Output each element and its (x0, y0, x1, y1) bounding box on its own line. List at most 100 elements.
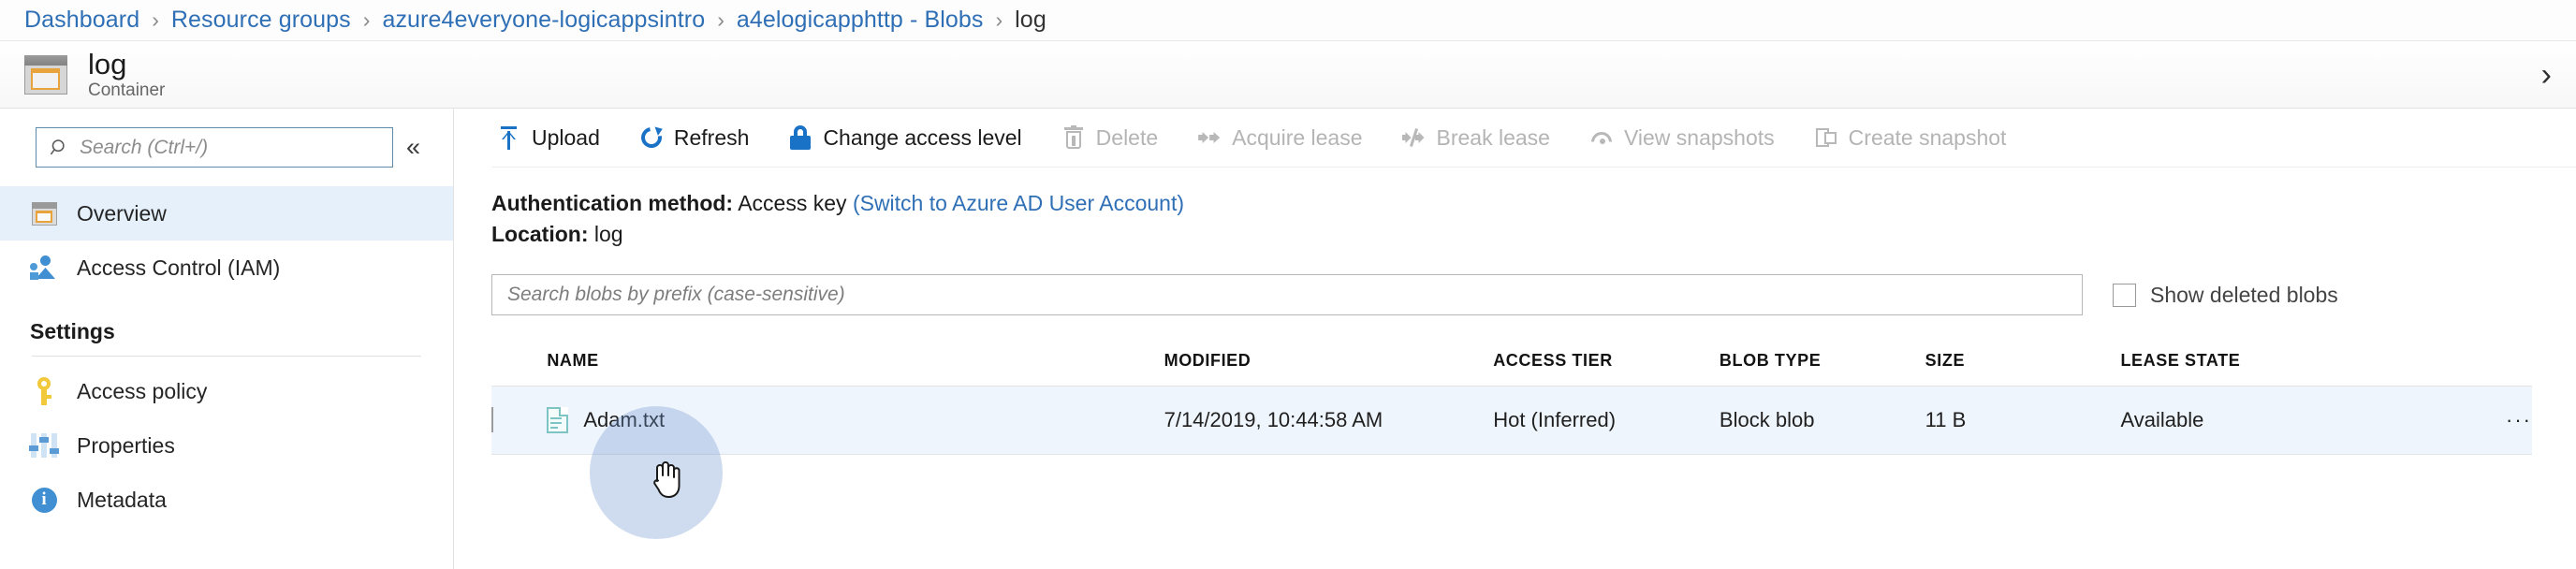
break-lease-button: Break lease (1397, 109, 1567, 167)
main-content: Upload Refresh Change access level Delet… (454, 109, 2576, 569)
file-icon (547, 407, 569, 433)
refresh-button[interactable]: Refresh (634, 109, 767, 167)
sidebar-item-label: Access policy (77, 378, 208, 403)
delete-button: Delete (1056, 109, 1175, 167)
row-blob-type-cell: Block blob (1719, 386, 1925, 455)
breadcrumb-separator: › (362, 7, 371, 32)
sidebar: Search (Ctrl+/) « Overview Access Contro… (0, 109, 454, 569)
break-lease-icon (1401, 125, 1427, 150)
column-header-modified: MODIFIED (1164, 351, 1494, 387)
view-snapshots-button: View snapshots (1584, 109, 1792, 167)
authentication-method-line: Authentication method: Access key (Switc… (491, 188, 2576, 219)
sidebar-section-divider (32, 356, 421, 357)
blob-name-link[interactable]: Adam.txt (583, 408, 665, 432)
sidebar-nav: Overview Access Control (IAM) Settings A… (0, 186, 453, 527)
table-row[interactable]: Adam.txt 7/14/2019, 10:44:58 AM Hot (Inf… (491, 386, 2532, 455)
select-all-header (491, 351, 548, 387)
toolbar-label: Upload (532, 124, 600, 150)
breadcrumb-item-dashboard[interactable]: Dashboard (24, 7, 139, 34)
toolbar-label: Delete (1095, 124, 1159, 150)
toolbar-label: Create snapshot (1848, 124, 2007, 150)
show-deleted-blobs-toggle[interactable]: Show deleted blobs (2113, 283, 2338, 308)
blob-search-placeholder: Search blobs by prefix (case-sensitive) (507, 284, 845, 305)
refresh-icon (637, 123, 666, 153)
row-checkbox[interactable] (491, 407, 493, 432)
create-snapshot-button: Create snapshot (1808, 109, 2024, 167)
sidebar-section-title: Settings (30, 319, 115, 343)
page-title: log (88, 47, 127, 80)
column-header-size: SIZE (1925, 351, 2121, 387)
breadcrumb-item-current: log (1015, 7, 1046, 33)
info-icon: i (30, 486, 58, 514)
create-snapshot-icon (1814, 125, 1838, 150)
sidebar-item-label: Access Control (IAM) (77, 255, 281, 280)
row-name-cell[interactable]: Adam.txt (547, 386, 1164, 455)
sidebar-item-access-policy[interactable]: Access policy (0, 364, 453, 418)
toolbar-label: Refresh (673, 124, 750, 150)
row-modified-cell: 7/14/2019, 10:44:58 AM (1164, 386, 1494, 455)
sliders-icon (29, 431, 59, 460)
lock-icon (788, 125, 812, 150)
sidebar-item-access-control[interactable]: Access Control (IAM) (0, 241, 453, 295)
page-subtitle: Container (88, 80, 166, 100)
page-header: log Container › (0, 41, 2576, 109)
toolbar-label: Acquire lease (1232, 124, 1363, 150)
change-access-level-button[interactable]: Change access level (783, 109, 1038, 167)
acquire-lease-icon (1197, 125, 1222, 150)
upload-icon (497, 125, 521, 150)
column-header-name: NAME (547, 351, 1164, 387)
sidebar-item-properties[interactable]: Properties (0, 418, 453, 473)
container-icon (24, 54, 67, 95)
location-line: Location: log (491, 219, 2576, 250)
column-header-actions (2408, 351, 2532, 387)
breadcrumb-item-storage-blobs[interactable]: a4elogicapphttp - Blobs (737, 7, 984, 34)
location-label: Location: (491, 222, 589, 246)
breadcrumb-separator: › (717, 7, 724, 32)
authentication-method-label: Authentication method: (491, 191, 734, 215)
blob-search-input[interactable]: Search blobs by prefix (case-sensitive) (491, 274, 2083, 315)
sidebar-item-label: Metadata (77, 487, 167, 512)
show-deleted-blobs-label: Show deleted blobs (2150, 282, 2338, 307)
sidebar-item-metadata[interactable]: i Metadata (0, 473, 453, 527)
sidebar-search-row: Search (Ctrl+/) « (0, 127, 453, 168)
search-input-placeholder: Search (Ctrl+/) (80, 136, 209, 158)
container-icon (30, 199, 58, 227)
key-icon (30, 377, 58, 405)
column-header-blob-type: BLOB TYPE (1719, 351, 1925, 387)
row-lease-state-cell: Available (2120, 386, 2409, 455)
breadcrumb-separator: › (995, 7, 1003, 32)
upload-button[interactable]: Upload (491, 109, 617, 167)
command-toolbar: Upload Refresh Change access level Delet… (491, 109, 2576, 168)
sidebar-item-label: Overview (77, 200, 167, 226)
row-access-tier-cell: Hot (Inferred) (1493, 386, 1720, 455)
trash-icon (1061, 125, 1086, 150)
authentication-method-value: Access key (738, 191, 847, 215)
toolbar-label: Break lease (1436, 124, 1550, 150)
switch-auth-link[interactable]: (Switch to Azure AD User Account) (853, 191, 1184, 215)
sidebar-item-overview[interactable]: Overview (0, 186, 453, 241)
toolbar-label: View snapshots (1623, 124, 1775, 150)
breadcrumb-item-resource-group[interactable]: azure4everyone-logicappsintro (382, 7, 705, 34)
acquire-lease-button: Acquire lease (1192, 109, 1379, 167)
row-select-cell[interactable] (491, 386, 548, 455)
column-header-access-tier: ACCESS TIER (1493, 351, 1720, 387)
view-snapshots-icon (1589, 125, 1614, 150)
collapse-sidebar-icon[interactable]: « (406, 135, 420, 160)
breadcrumb-item-resource-groups[interactable]: Resource groups (171, 7, 351, 34)
toolbar-label: Change access level (823, 124, 1022, 150)
column-header-lease-state: LEASE STATE (2120, 351, 2409, 387)
search-input[interactable]: Search (Ctrl+/) (36, 127, 393, 168)
row-size-cell: 11 B (1925, 386, 2121, 455)
row-context-menu-button[interactable]: ··· (2408, 386, 2532, 455)
breadcrumb-separator: › (152, 7, 159, 32)
table-header-row: NAME MODIFIED ACCESS TIER BLOB TYPE SIZE… (491, 351, 2532, 387)
show-deleted-blobs-checkbox[interactable] (2113, 283, 2136, 307)
close-icon[interactable]: › (2532, 55, 2561, 95)
blobs-table: NAME MODIFIED ACCESS TIER BLOB TYPE SIZE… (491, 351, 2532, 455)
authentication-info: Authentication method: Access key (Switc… (491, 168, 2576, 250)
people-icon (30, 254, 58, 282)
breadcrumb: Dashboard › Resource groups › azure4ever… (0, 0, 2576, 41)
search-icon (50, 139, 65, 154)
blob-filter-row: Search blobs by prefix (case-sensitive) … (491, 274, 2576, 315)
location-value: log (593, 222, 623, 246)
